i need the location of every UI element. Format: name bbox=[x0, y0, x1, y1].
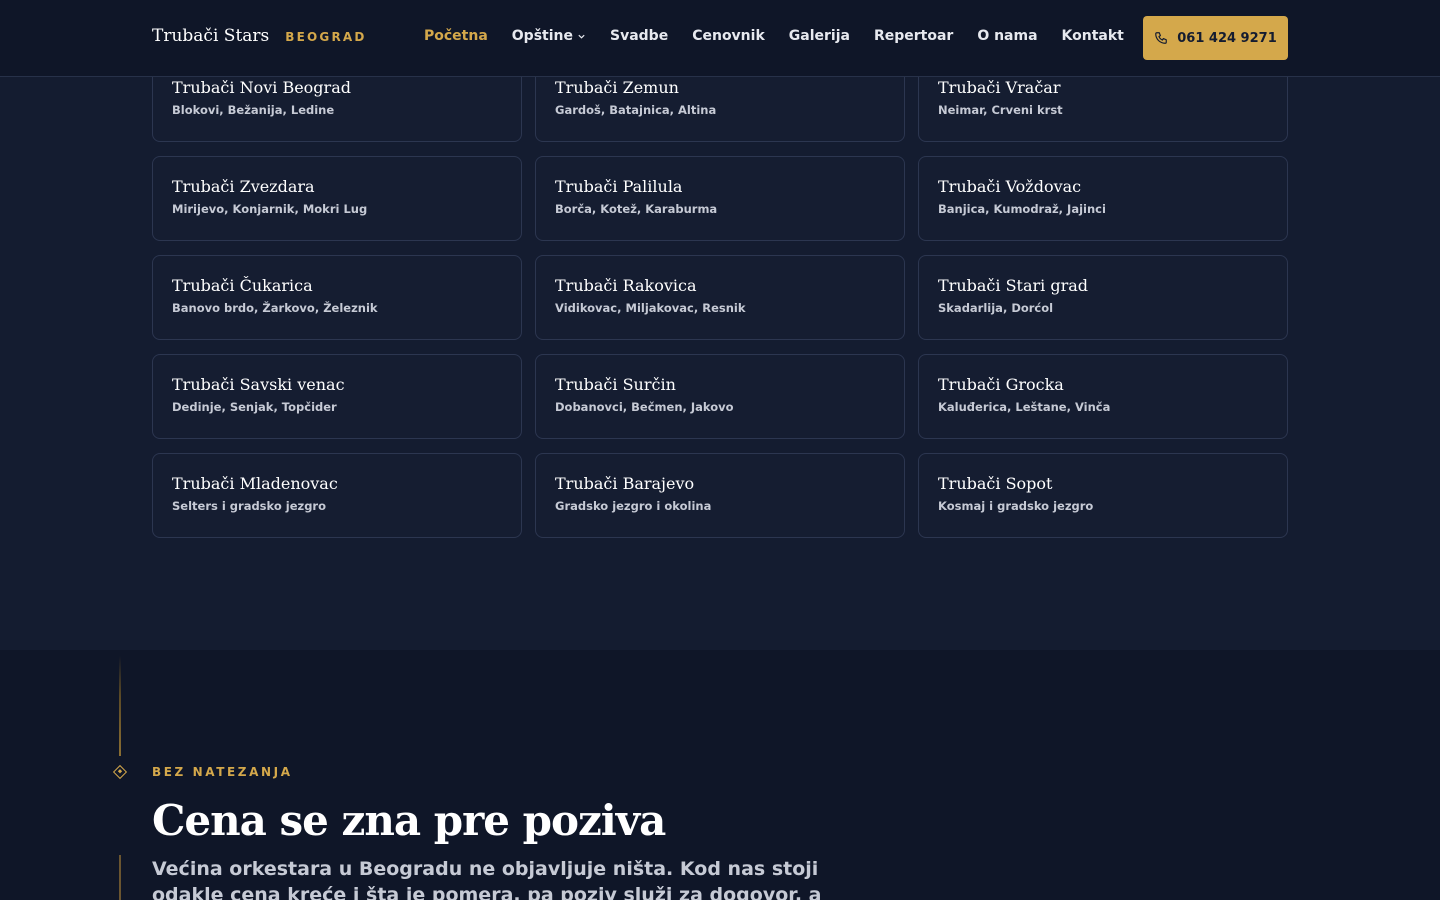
nav-opstine-label: Opštine bbox=[511, 28, 573, 44]
timeline-line bbox=[119, 855, 121, 900]
card-title: Trubači Vračar bbox=[938, 78, 1061, 97]
municipality-card[interactable]: Trubači Savski venac Dedinje, Senjak, Top… bbox=[152, 354, 522, 439]
diamond-icon bbox=[112, 764, 128, 780]
card-areas: Kaluđerica, Leštane, Vinča bbox=[938, 400, 1111, 414]
card-title: Trubači Rakovica bbox=[555, 276, 697, 295]
nav-svadbe[interactable]: Svadbe bbox=[610, 28, 668, 44]
municipality-card[interactable]: Trubači Sopot Kosmaj i gradsko jezgro bbox=[918, 453, 1288, 538]
pricing-section: BEZ NATEZANJA Cena se zna pre poziva Već… bbox=[0, 650, 1440, 900]
section-eyebrow: BEZ NATEZANJA bbox=[152, 765, 293, 779]
card-areas: Gradsko jezgro i okolina bbox=[555, 499, 712, 513]
card-title: Trubači Sopot bbox=[938, 474, 1053, 493]
phone-icon bbox=[1155, 32, 1168, 44]
card-areas: Gardoš, Batajnica, Altina bbox=[555, 103, 717, 117]
nav-repertoar[interactable]: Repertoar bbox=[874, 28, 953, 44]
section-title: Cena se zna pre poziva bbox=[152, 796, 666, 845]
card-areas: Dedinje, Senjak, Topčider bbox=[172, 400, 337, 414]
municipality-grid: Trubači Novi Beograd Blokovi, Bežanija, L… bbox=[152, 57, 1288, 538]
card-areas: Vidikovac, Miljakovac, Resnik bbox=[555, 301, 746, 315]
card-areas: Banjica, Kumodraž, Jajinci bbox=[938, 202, 1106, 216]
card-title: Trubači Zemun bbox=[555, 78, 679, 97]
card-title: Trubači Surčin bbox=[555, 375, 676, 394]
brand-city: BEOGRAD bbox=[285, 30, 367, 44]
municipality-card[interactable]: Trubači Palilula Borča, Kotež, Karaburma bbox=[535, 156, 905, 241]
card-title: Trubači Barajevo bbox=[555, 474, 695, 493]
card-title: Trubači Palilula bbox=[555, 177, 683, 196]
card-areas: Dobanovci, Bečmen, Jakovo bbox=[555, 400, 734, 414]
card-title: Trubači Stari grad bbox=[938, 276, 1089, 295]
site-header: Trubači Stars BEOGRAD Početna Opštine Sv… bbox=[0, 0, 1440, 77]
nav-cenovnik[interactable]: Cenovnik bbox=[692, 28, 765, 44]
brand-name: Trubači Stars bbox=[152, 26, 270, 46]
municipality-card[interactable]: Trubači Voždovac Banjica, Kumodraž, Jajin… bbox=[918, 156, 1288, 241]
municipality-card[interactable]: Trubači Surčin Dobanovci, Bečmen, Jakovo bbox=[535, 354, 905, 439]
nav-opstine[interactable]: Opštine bbox=[512, 28, 586, 44]
card-areas: Banovo brdo, Žarkovo, Železnik bbox=[172, 301, 378, 315]
nav-o-nama[interactable]: O nama bbox=[977, 28, 1037, 44]
municipality-card[interactable]: Trubači Zvezdara Mirijevo, Konjarnik, Mok… bbox=[152, 156, 522, 241]
nav-pocetna[interactable]: Početna bbox=[424, 28, 488, 44]
section-description: Većina orkestara u Beogradu ne objavljuj… bbox=[152, 858, 822, 900]
card-areas: Blokovi, Bežanija, Ledine bbox=[172, 103, 335, 117]
municipality-card[interactable]: Trubači Barajevo Gradsko jezgro i okolina bbox=[535, 453, 905, 538]
municipality-card[interactable]: Trubači Čukarica Banovo brdo, Žarkovo, Že… bbox=[152, 255, 522, 340]
card-areas: Borča, Kotež, Karaburma bbox=[555, 202, 718, 216]
card-areas: Kosmaj i gradsko jezgro bbox=[938, 499, 1094, 513]
municipality-card[interactable]: Trubači Mladenovac Selters i gradsko jezg… bbox=[152, 453, 522, 538]
municipality-card[interactable]: Trubači Grocka Kaluđerica, Leštane, Vinča bbox=[918, 354, 1288, 439]
brand-logo[interactable]: Trubači Stars BEOGRAD bbox=[152, 26, 367, 46]
card-title: Trubači Voždovac bbox=[938, 177, 1082, 196]
timeline-line bbox=[119, 656, 121, 756]
card-title: Trubači Savski venac bbox=[172, 375, 345, 394]
municipality-card[interactable]: Trubači Rakovica Vidikovac, Miljakovac, R… bbox=[535, 255, 905, 340]
municipality-card[interactable]: Trubači Stari grad Skadarlija, Dorćol bbox=[918, 255, 1288, 340]
phone-number: 061 424 9271 bbox=[1177, 30, 1277, 46]
nav-kontakt[interactable]: Kontakt bbox=[1062, 28, 1124, 44]
card-title: Trubači Grocka bbox=[938, 375, 1064, 394]
card-title: Trubači Zvezdara bbox=[172, 177, 315, 196]
card-title: Trubači Mladenovac bbox=[172, 474, 338, 493]
card-areas: Selters i gradsko jezgro bbox=[172, 499, 327, 513]
card-areas: Neimar, Crveni krst bbox=[938, 103, 1063, 117]
chevron-down-icon bbox=[578, 34, 585, 39]
card-title: Trubači Čukarica bbox=[172, 276, 313, 295]
card-areas: Mirijevo, Konjarnik, Mokri Lug bbox=[172, 202, 368, 216]
nav-galerija[interactable]: Galerija bbox=[789, 28, 850, 44]
call-button[interactable]: 061 424 9271 bbox=[1143, 16, 1288, 60]
card-title: Trubači Novi Beograd bbox=[172, 78, 351, 97]
card-areas: Skadarlija, Dorćol bbox=[938, 301, 1054, 315]
main-nav: Početna Opštine Svadbe Cenovnik Galerija… bbox=[424, 28, 1124, 44]
